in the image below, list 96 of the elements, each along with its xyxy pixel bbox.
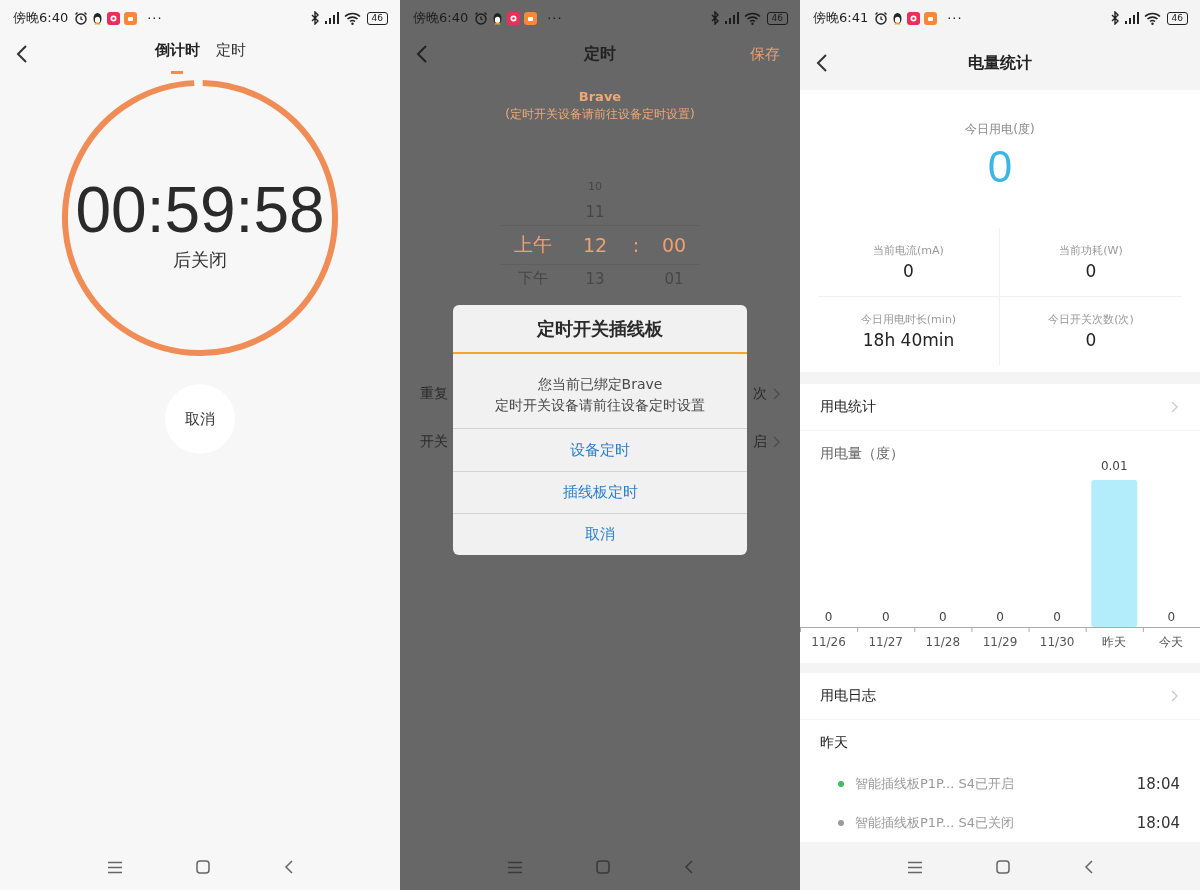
category-label: 11/30 (1039, 635, 1075, 649)
app-icon (507, 11, 521, 25)
period-value: 上午 (514, 233, 552, 255)
alarm-clock-icon (474, 11, 489, 25)
more-notifications: ··· (547, 10, 563, 26)
chevron-icon (773, 436, 780, 448)
dialog-button[interactable]: 取消 (453, 513, 747, 555)
bluetooth-icon (310, 11, 320, 25)
app-icon (107, 11, 121, 25)
section-title: 用电日志 (820, 687, 876, 705)
bar-value-label: 0 (996, 610, 1004, 624)
status-time: 傍晚6:40 (413, 9, 469, 27)
category-label: 11/26 (811, 635, 846, 649)
category-label: 昨天 (1102, 635, 1127, 649)
wifi-icon (743, 11, 761, 25)
stat-label: 今日用电(度) (965, 121, 1035, 138)
cancel-button[interactable]: 取消 (165, 384, 235, 454)
status-time: 傍晚6:40 (13, 9, 69, 27)
stat-label: 当前功耗(W) (1059, 243, 1123, 258)
signal-icon (1123, 12, 1140, 24)
back-icon[interactable] (16, 45, 28, 63)
stat-label: 当前电流(mA) (873, 243, 944, 258)
bar-value-label: 0.01 (1100, 459, 1128, 473)
status-time: 傍晚6:41 (813, 9, 869, 27)
bar-value-label: 0 (1167, 610, 1176, 624)
bluetooth-icon (1110, 11, 1120, 25)
battery-indicator: 46 (1166, 11, 1188, 25)
stat-label: 今日用电时长(min) (860, 312, 957, 327)
tab[interactable]: 倒计时 (154, 41, 200, 77)
bar-value-label: 0 (1053, 610, 1061, 624)
battery-indicator: 46 (366, 11, 388, 25)
alarm-clock-icon (74, 11, 89, 25)
stat-value: 0 (1085, 261, 1097, 281)
minute-value: 00 (661, 234, 687, 256)
category-label: 今天 (1159, 635, 1184, 649)
chart-title: 用电量（度） (820, 445, 904, 461)
device-name: Brave (577, 89, 623, 104)
hour-value: 12 (582, 234, 608, 256)
home-icon[interactable] (196, 860, 211, 874)
bar-value-label: 0 (824, 610, 833, 624)
app-icon (924, 11, 938, 25)
countdown-caption: 后关闭 (173, 248, 227, 272)
picker-row[interactable]: 上午 12 : 00 (500, 225, 700, 265)
home-icon[interactable] (996, 860, 1011, 874)
back-icon[interactable] (284, 860, 294, 874)
setting-value: 次 (753, 385, 767, 403)
stat-label: 今日开关次数(次) (1048, 312, 1134, 327)
category-label: 11/27 (868, 635, 903, 649)
log-entry-time: 18:04 (1136, 813, 1180, 832)
app-icon (524, 11, 538, 25)
more-notifications: ··· (147, 10, 163, 26)
app-icon (124, 11, 138, 25)
alarm-clock-icon (874, 11, 889, 25)
menu-icon[interactable] (106, 860, 123, 874)
more-notifications: ··· (947, 10, 963, 26)
app-icon (907, 11, 921, 25)
bar-value-label: 0 (881, 610, 890, 624)
section-title: 用电统计 (820, 398, 876, 416)
dialog-button[interactable]: 插线板定时 (453, 471, 747, 513)
setting-label: 开关 (420, 433, 448, 451)
dialog-button[interactable]: 设备定时 (453, 429, 747, 471)
back-icon[interactable] (1084, 860, 1094, 874)
countdown-time: 00:59:58 (75, 178, 325, 242)
signal-icon (323, 12, 340, 24)
bar-value-label: 0 (939, 610, 947, 624)
category-label: 11/28 (925, 635, 961, 649)
setting-label: 重复 (420, 385, 448, 403)
stat-value: 0 (903, 261, 914, 281)
log-entry-text: 智能插线板P1P... S4已关闭 (855, 813, 1014, 832)
timer-hint: (定时开关设备请前往设备定时设置) (504, 106, 696, 123)
signal-icon (723, 12, 740, 24)
penguin-icon (892, 11, 904, 25)
stat-value: 18h 40min (862, 330, 955, 350)
battery-indicator: 46 (766, 11, 788, 25)
time-separator: : (632, 234, 640, 256)
log-entry-time: 18:04 (1136, 774, 1180, 793)
dialog-message: 您当前已绑定Brave 定时开关设备请前往设备定时设置 (453, 354, 747, 429)
menu-icon[interactable] (906, 860, 923, 874)
log-day: 昨天 (800, 720, 1200, 764)
chevron-icon (773, 388, 780, 400)
save-button[interactable]: 保存 (750, 44, 780, 64)
penguin-icon (92, 11, 104, 25)
bluetooth-icon (710, 11, 720, 25)
wifi-icon (343, 11, 361, 25)
tab[interactable]: 定时 (215, 28, 246, 77)
back-icon[interactable] (816, 54, 828, 72)
penguin-icon (492, 11, 504, 25)
today-usage-value: 0 (987, 142, 1013, 192)
stat-value: 0 (1085, 330, 1097, 350)
category-label: 11/29 (982, 635, 1018, 649)
page-title: 定时 (584, 43, 616, 65)
setting-value: 启 (753, 433, 767, 451)
log-entry-text: 智能插线板P1P... S4已开启 (855, 774, 1014, 793)
page-title: 电量统计 (968, 52, 1032, 74)
dialog-title: 定时开关插线板 (453, 305, 747, 354)
wifi-icon (1143, 11, 1161, 25)
